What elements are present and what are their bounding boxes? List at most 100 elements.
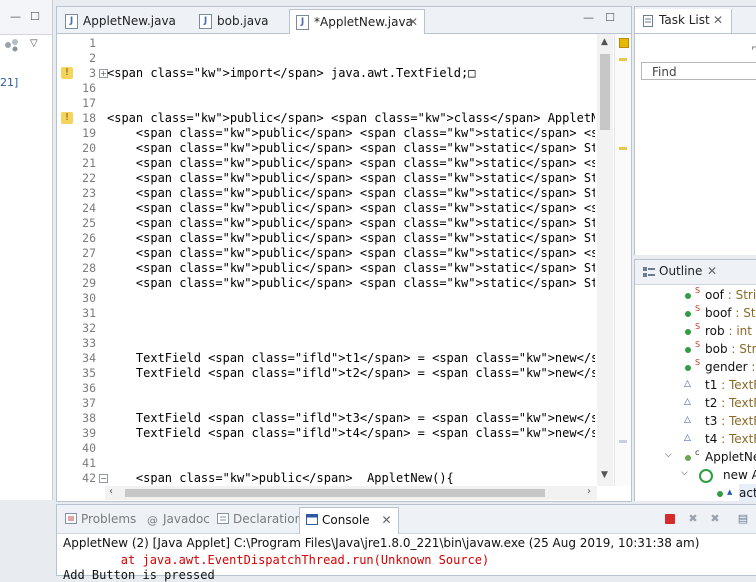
outline-item-type: : TextFi [721, 432, 756, 446]
warning-marker[interactable] [619, 38, 629, 48]
tab-bob-java[interactable]: J bob.java [193, 9, 285, 33]
outline-item-t2[interactable]: t2 : TextFi [705, 394, 756, 412]
outline-item-acti[interactable]: acti [739, 484, 756, 502]
line-number: 34 [82, 351, 96, 365]
tab-declaration[interactable]: Declaration [217, 505, 302, 533]
outline-item-type: : Strin [727, 288, 756, 302]
warning-marker[interactable] [619, 58, 627, 61]
find-input[interactable]: Find [641, 62, 756, 80]
code-line[interactable]: TextField <span class="ifld">t4</span> =… [107, 426, 595, 441]
static-marker-icon: S [695, 322, 701, 331]
tab-appletnew-java[interactable]: J AppletNew.java [59, 9, 183, 33]
horizontal-scroll-thumb[interactable] [125, 489, 545, 497]
minimize-icon[interactable]: — [10, 11, 21, 22]
outline-item-name: rob [705, 324, 725, 338]
code-line[interactable]: <span class="kw">public</span> <span cla… [107, 261, 595, 276]
static-marker-icon: S [695, 286, 701, 295]
tab-task-list[interactable]: Task List ✕ [635, 9, 732, 33]
scroll-left-icon[interactable]: ‹ [109, 486, 113, 497]
override-marker-icon: ▲ [727, 488, 733, 496]
outline-item-boof[interactable]: boof : Stri [705, 304, 756, 322]
task-list-panel: Task List ✕ ⌐ Find [634, 6, 756, 255]
code-line[interactable]: <span class="kw">public</span> <span cla… [107, 201, 595, 216]
package-field-icon: △ [684, 415, 691, 425]
code-line[interactable]: TextField <span class="ifld">t3</span> =… [107, 411, 595, 426]
occurrence-marker[interactable] [619, 440, 627, 443]
close-icon[interactable]: ✕ [381, 513, 391, 527]
code-area[interactable]: <span class="kw">import</span> java.awt.… [107, 34, 595, 486]
chevron-down-icon[interactable]: ⌵ [665, 450, 672, 460]
maximize-icon[interactable]: ☐ [605, 12, 615, 23]
minimize-icon[interactable]: — [583, 12, 594, 23]
warning-marker[interactable] [619, 147, 627, 150]
code-line[interactable]: TextField <span class="ifld">t1</span> =… [107, 351, 595, 366]
line-number: 22 [82, 171, 96, 185]
code-line[interactable]: <span class="kw">public</span> <span cla… [107, 186, 595, 201]
code-line[interactable]: <span class="kw">import</span> java.awt.… [107, 66, 475, 81]
close-icon[interactable]: ✕ [707, 264, 717, 278]
tab-label: Problems [81, 512, 137, 526]
outline-item-oof[interactable]: oof : Strin [705, 286, 756, 304]
console-tab-bar: Problems @ Javadoc Declaration Console ✕ … [57, 505, 756, 534]
public-field-icon [685, 293, 691, 299]
package-icon[interactable] [4, 38, 20, 52]
new-task-icon[interactable]: ⌐ [751, 41, 756, 54]
line-number: 27 [82, 246, 96, 260]
outline-item-type: : TextFi [721, 396, 756, 410]
scroll-up-icon[interactable]: ▲ [601, 37, 608, 47]
outline-item-new-a[interactable]: new A [723, 466, 756, 484]
maximize-icon[interactable]: ☐ [30, 11, 40, 22]
outline-item-t3[interactable]: t3 : TextFi [705, 412, 756, 430]
code-line[interactable]: <span class="kw">public</span> <span cla… [107, 231, 595, 246]
code-line[interactable]: <span class="kw">public</span> <span cla… [107, 246, 595, 261]
console-launch-header: AppletNew (2) [Java Applet] C:\Program F… [63, 536, 700, 550]
tab-console[interactable]: Console ✕ [299, 507, 399, 534]
code-line[interactable]: <span class="kw">public</span> <span cla… [107, 156, 595, 171]
line-number: 19 [82, 126, 96, 140]
code-line[interactable]: <span class="kw">public</span> <span cla… [107, 216, 595, 231]
remove-launch-icon[interactable]: ✖ [687, 513, 699, 525]
overview-ruler[interactable] [614, 34, 631, 486]
scroll-right-icon[interactable]: › [587, 486, 591, 497]
vertical-scroll-thumb[interactable] [600, 54, 610, 130]
outline-item-gender[interactable]: gender : S [705, 358, 756, 376]
outline-item-name: t2 [705, 396, 718, 410]
remove-all-launches-icon[interactable]: ✖ [709, 513, 721, 525]
line-number: 28 [82, 261, 96, 275]
view-menu-icon[interactable]: ▽ [30, 38, 38, 49]
terminate-icon[interactable] [665, 514, 675, 524]
outline-item-rob[interactable]: rob : int [705, 322, 752, 340]
tab-javadoc[interactable]: @ Javadoc [147, 505, 210, 533]
code-line[interactable]: <span class="kw">public</span> AppletNew… [107, 471, 454, 486]
truncated-label: 21] [0, 76, 19, 89]
line-number: 23 [82, 186, 96, 200]
code-editor: J AppletNew.java J bob.java J *AppletNew… [56, 6, 632, 502]
console-error-line[interactable]: at java.awt.EventDispatchThread.run(Unkn… [63, 553, 489, 567]
code-line[interactable]: <span class="kw">public</span> <span cla… [107, 126, 595, 141]
clear-console-icon[interactable]: ▤ [737, 513, 749, 525]
tab-problems[interactable]: Problems [65, 505, 136, 533]
code-line[interactable]: <span class="kw">public</span> <span cla… [107, 111, 595, 126]
code-line[interactable]: <span class="kw">public</span> <span cla… [107, 276, 595, 291]
console-output-line[interactable]: Add Button is pressed [63, 568, 215, 582]
public-field-icon [685, 347, 691, 353]
tab-label: AppletNew.java [83, 14, 176, 28]
outline-item-appletne[interactable]: AppletNe [705, 448, 756, 466]
close-icon[interactable]: ✕ [713, 13, 723, 27]
chevron-down-icon[interactable]: ⌵ [681, 468, 688, 478]
line-number: 2 [89, 51, 96, 65]
close-icon[interactable]: ✕ [408, 10, 418, 34]
warning-icon[interactable]: ! [61, 112, 73, 124]
console-panel: Problems @ Javadoc Declaration Console ✕ … [56, 504, 756, 582]
code-line[interactable]: <span class="kw">public</span> <span cla… [107, 141, 595, 156]
code-line[interactable]: TextField <span class="ifld">t2</span> =… [107, 366, 595, 381]
tab-outline[interactable]: Outline [659, 264, 702, 278]
scroll-down-icon[interactable]: ▼ [601, 470, 608, 480]
tab-appletnew-java-modified[interactable]: J *AppletNew.java ✕ [289, 9, 425, 34]
outline-item-t1[interactable]: t1 : TextFi [705, 376, 756, 394]
warning-icon[interactable]: ! [61, 67, 73, 79]
code-line[interactable]: <span class="kw">public</span> <span cla… [107, 171, 595, 186]
outline-item-type: : Stri [735, 306, 756, 320]
outline-item-bob[interactable]: bob : Strin [705, 340, 756, 358]
outline-item-t4[interactable]: t4 : TextFi [705, 430, 756, 448]
